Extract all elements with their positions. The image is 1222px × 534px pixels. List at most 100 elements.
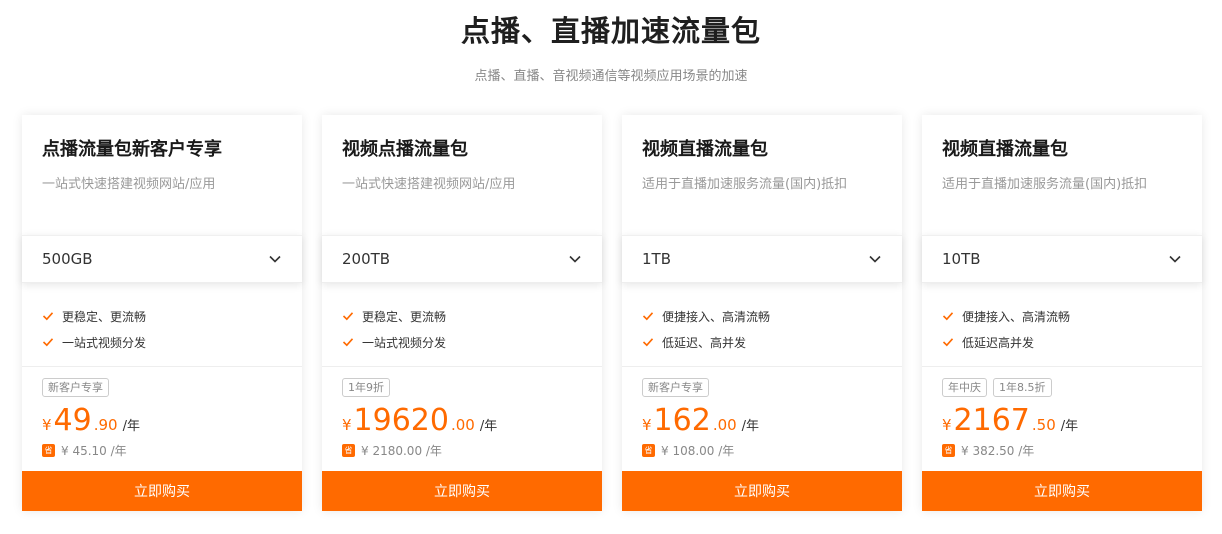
feature-text: 便捷接入、高清流畅 bbox=[662, 309, 771, 324]
feature-item: 一站式视频分发 bbox=[342, 329, 446, 355]
check-icon bbox=[642, 312, 654, 321]
check-icon bbox=[42, 338, 54, 347]
buy-now-button[interactable]: 立即购买 bbox=[22, 471, 302, 511]
spec-dropdown[interactable]: 1TB bbox=[622, 235, 902, 283]
price-integer: 49 bbox=[53, 403, 92, 438]
spec-value: 200TB bbox=[342, 250, 391, 268]
spec-dropdown[interactable]: 500GB bbox=[22, 235, 302, 283]
price: ¥ 162 .00 /年 bbox=[642, 401, 759, 441]
card-description: 适用于直播加速服务流量(国内)抵扣 bbox=[942, 177, 1148, 192]
price-unit: /年 bbox=[122, 419, 140, 434]
card-description: 一站式快速搭建视频网站/应用 bbox=[342, 177, 516, 192]
spec-value: 500GB bbox=[42, 250, 93, 268]
tag-list: 新客户专享 bbox=[42, 378, 109, 397]
spec-value: 10TB bbox=[942, 250, 981, 268]
save-badge-icon: 省 bbox=[942, 444, 955, 457]
price-decimal: .00 bbox=[712, 416, 737, 434]
price: ¥ 19620 .00 /年 bbox=[342, 401, 497, 441]
saving-info: 省 ¥ 382.50 /年 bbox=[942, 442, 1034, 459]
chevron-down-icon bbox=[569, 255, 581, 263]
divider bbox=[922, 366, 1202, 367]
saving-info: 省 ¥ 2180.00 /年 bbox=[342, 442, 442, 459]
price: ¥ 49 .90 /年 bbox=[42, 401, 140, 441]
feature-item: 便捷接入、高清流畅 bbox=[642, 303, 770, 329]
feature-list: 便捷接入、高清流畅 低延迟、高并发 bbox=[642, 303, 770, 355]
spec-dropdown[interactable]: 200TB bbox=[322, 235, 602, 283]
divider bbox=[22, 366, 302, 367]
feature-item: 一站式视频分发 bbox=[42, 329, 146, 355]
price-unit: /年 bbox=[741, 419, 760, 434]
spec-dropdown[interactable]: 10TB bbox=[922, 235, 1202, 283]
feature-text: 更稳定、更流畅 bbox=[362, 309, 447, 324]
save-badge-icon: 省 bbox=[342, 444, 355, 457]
card-title: 视频点播流量包 bbox=[342, 139, 468, 160]
feature-text: 一站式视频分发 bbox=[362, 335, 447, 350]
feature-item: 更稳定、更流畅 bbox=[342, 303, 446, 329]
price: ¥ 2167 .50 /年 bbox=[942, 401, 1078, 441]
product-card: 视频点播流量包 一站式快速搭建视频网站/应用 200TB 更稳定、更流畅 一站式… bbox=[322, 115, 602, 511]
check-icon bbox=[642, 338, 654, 347]
card-title: 视频直播流量包 bbox=[942, 139, 1068, 160]
saving-info: 省 ¥ 108.00 /年 bbox=[642, 442, 734, 459]
feature-text: 低延迟高并发 bbox=[962, 335, 1035, 350]
promo-tag: 新客户专享 bbox=[642, 378, 709, 397]
price-decimal: .50 bbox=[1031, 416, 1056, 434]
promo-tag: 1年9折 bbox=[342, 378, 390, 397]
tag-list: 年中庆 1年8.5折 bbox=[942, 378, 1052, 397]
page-title: 点播、直播加速流量包 bbox=[460, 14, 761, 48]
page-subtitle: 点播、直播、音视频通信等视频应用场景的加速 bbox=[474, 69, 748, 84]
product-card-list: 点播流量包新客户专享 一站式快速搭建视频网站/应用 500GB 更稳定、更流畅 … bbox=[22, 115, 1202, 511]
promo-tag: 年中庆 bbox=[942, 378, 987, 397]
check-icon bbox=[342, 312, 354, 321]
price-integer: 162 bbox=[653, 403, 711, 438]
card-title: 点播流量包新客户专享 bbox=[42, 139, 222, 160]
feature-text: 低延迟、高并发 bbox=[662, 335, 747, 350]
card-title: 视频直播流量包 bbox=[642, 139, 768, 160]
buy-now-button[interactable]: 立即购买 bbox=[622, 471, 902, 511]
tag-list: 1年9折 bbox=[342, 378, 390, 397]
feature-item: 低延迟高并发 bbox=[942, 329, 1070, 355]
price-currency: ¥ bbox=[942, 416, 952, 434]
promo-tag: 新客户专享 bbox=[42, 378, 109, 397]
feature-list: 更稳定、更流畅 一站式视频分发 bbox=[342, 303, 446, 355]
chevron-down-icon bbox=[1169, 255, 1181, 263]
save-badge-icon: 省 bbox=[42, 444, 55, 457]
saving-text: ¥ 108.00 /年 bbox=[661, 444, 735, 458]
chevron-down-icon bbox=[869, 255, 881, 263]
card-description: 一站式快速搭建视频网站/应用 bbox=[42, 177, 216, 192]
check-icon bbox=[42, 312, 54, 321]
price-unit: /年 bbox=[479, 419, 498, 434]
card-description: 适用于直播加速服务流量(国内)抵扣 bbox=[642, 177, 848, 192]
chevron-down-icon bbox=[269, 255, 281, 263]
price-decimal: .00 bbox=[450, 416, 475, 434]
price-currency: ¥ bbox=[342, 416, 352, 434]
price-currency: ¥ bbox=[42, 416, 52, 434]
promo-tag: 1年8.5折 bbox=[993, 378, 1052, 397]
price-unit: /年 bbox=[1060, 419, 1079, 434]
divider bbox=[322, 366, 602, 367]
feature-item: 更稳定、更流畅 bbox=[42, 303, 146, 329]
price-integer: 19620 bbox=[353, 403, 449, 438]
check-icon bbox=[942, 312, 954, 321]
divider bbox=[622, 366, 902, 367]
feature-list: 便捷接入、高清流畅 低延迟高并发 bbox=[942, 303, 1070, 355]
spec-value: 1TB bbox=[642, 250, 671, 268]
feature-list: 更稳定、更流畅 一站式视频分发 bbox=[42, 303, 146, 355]
saving-text: ¥ 382.50 /年 bbox=[961, 444, 1035, 458]
product-card: 视频直播流量包 适用于直播加速服务流量(国内)抵扣 1TB 便捷接入、高清流畅 … bbox=[622, 115, 902, 511]
feature-item: 便捷接入、高清流畅 bbox=[942, 303, 1070, 329]
product-card: 点播流量包新客户专享 一站式快速搭建视频网站/应用 500GB 更稳定、更流畅 … bbox=[22, 115, 302, 511]
feature-text: 便捷接入、高清流畅 bbox=[962, 309, 1071, 324]
tag-list: 新客户专享 bbox=[642, 378, 709, 397]
price-currency: ¥ bbox=[642, 416, 652, 434]
price-integer: 2167 bbox=[953, 403, 1030, 438]
buy-now-button[interactable]: 立即购买 bbox=[322, 471, 602, 511]
saving-text: ¥ 2180.00 /年 bbox=[361, 444, 442, 458]
buy-now-button[interactable]: 立即购买 bbox=[922, 471, 1202, 511]
product-card: 视频直播流量包 适用于直播加速服务流量(国内)抵扣 10TB 便捷接入、高清流畅… bbox=[922, 115, 1202, 511]
check-icon bbox=[342, 338, 354, 347]
feature-text: 更稳定、更流畅 bbox=[62, 309, 147, 324]
feature-text: 一站式视频分发 bbox=[62, 335, 147, 350]
price-decimal: .90 bbox=[93, 416, 118, 434]
save-badge-icon: 省 bbox=[642, 444, 655, 457]
